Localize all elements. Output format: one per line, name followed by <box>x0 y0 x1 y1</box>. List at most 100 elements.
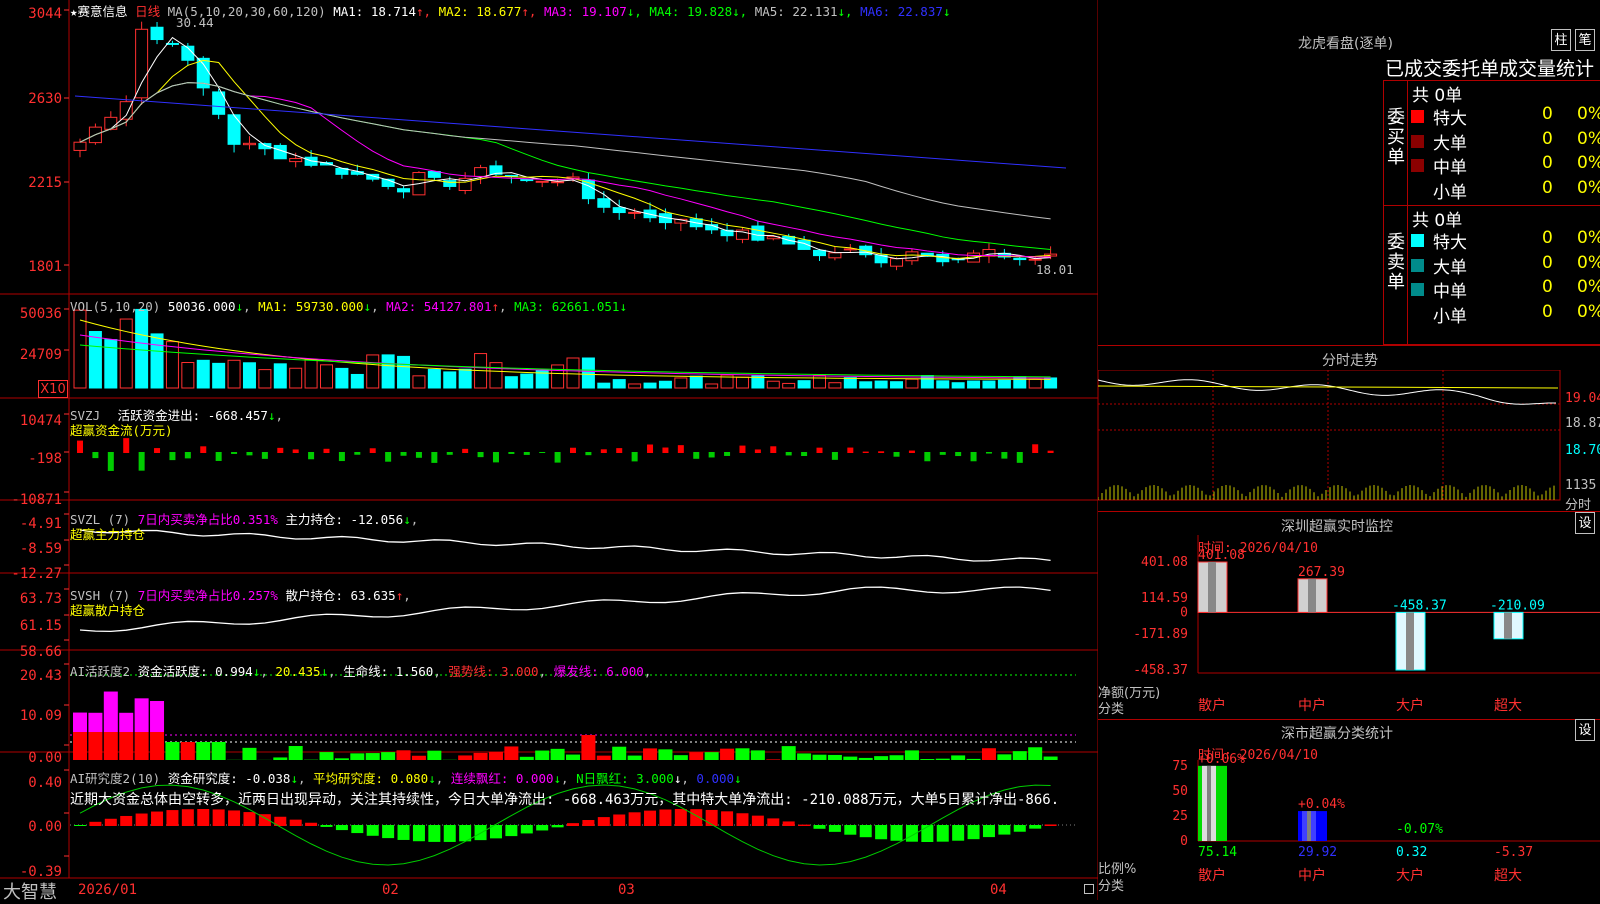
ai-active-axis-label: 0.00 <box>0 750 62 766</box>
ai-research-legend: AI研究度2(10) 资金研究度: -0.038↓, 平均研究度: 0.080↓… <box>70 768 742 787</box>
color-swatch <box>1411 234 1424 247</box>
order-row: 小单00% <box>1411 178 1600 202</box>
buy-total: 共 0单 <box>1412 81 1462 106</box>
sz-monitor-category: 中户 <box>1298 697 1326 714</box>
ai-active-axis-label: 20.43 <box>0 668 62 684</box>
sz-monitor-value: 267.39 <box>1298 565 1345 580</box>
sz-class-change: +0.04% <box>1298 797 1345 812</box>
svzj-axis-label: 10474 <box>0 413 62 429</box>
order-count: 0 <box>1542 302 1553 322</box>
intraday-axis-label: 18.87 <box>1565 416 1600 431</box>
ai-active-legend: AI活跃度2 资金活跃度: 0.994↓, 20.435↓, 生命线: 1.56… <box>70 661 651 680</box>
order-count: 0 <box>1542 104 1553 124</box>
brand-logo[interactable]: 大智慧 <box>3 878 57 904</box>
order-row: 大单00% <box>1411 253 1600 277</box>
sz-class-chart: 7550250+0.06%75.14散户+0.04%29.92中户-0.07%0… <box>1098 742 1600 900</box>
order-size-label: 小单 <box>1433 302 1467 327</box>
sz-class-ratio: -5.37 <box>1494 845 1533 860</box>
intraday-axis-label: 18.70 <box>1565 443 1600 458</box>
ai-avg-research: 平均研究度: 0.080 <box>313 771 428 786</box>
ai-active-value: 资金活跃度: 0.994 <box>138 664 253 679</box>
order-row: 特大00% <box>1411 104 1600 128</box>
sz-monitor-category: 散户 <box>1198 697 1226 714</box>
sz-class-title: 深市超赢分类统计 <box>1281 723 1393 743</box>
sz-class-ratio: 0.32 <box>1396 845 1427 860</box>
order-percent: 0% <box>1577 253 1600 273</box>
dragon-tabs[interactable]: 已成交委托单成交量统计 <box>1385 54 1594 81</box>
svzl-net-ratio: 7日内买卖净占比0.351% <box>138 512 278 527</box>
sz-monitor-axis: -458.37 <box>1133 663 1188 678</box>
ai-research-axis-label: 0.00 <box>0 819 62 835</box>
vol-ma1: MA1: 59730.000 <box>258 299 363 314</box>
svzl-subtitle: 超赢主力持仓 <box>70 524 145 543</box>
ai-research-title: AI研究度2(10) <box>70 771 160 786</box>
ma-legend-item: MA1: 18.714 <box>333 4 416 19</box>
color-swatch <box>1411 135 1424 148</box>
sz-class-ratio: 29.92 <box>1298 845 1337 860</box>
svsh-subtitle: 超赢散户持仓 <box>70 600 145 619</box>
ai-lifeline: 生命线: 1.560 <box>343 664 433 679</box>
sz-class-ratio: 75.14 <box>1198 845 1237 860</box>
sell-orders-label: 委卖单 <box>1387 233 1405 293</box>
period-label[interactable]: 日线 <box>135 4 160 19</box>
dragon-title: 龙虎看盘(逐单) <box>1298 33 1393 53</box>
color-swatch <box>1411 283 1424 296</box>
color-swatch <box>1411 259 1424 272</box>
low-price-note: 18.01 <box>1036 262 1074 277</box>
order-size-label: 大单 <box>1433 129 1467 154</box>
color-swatch <box>1411 110 1424 123</box>
stock-name[interactable]: 赛意信息 <box>78 4 128 19</box>
sz-class-category: 中户 <box>1298 867 1326 884</box>
sz-monitor-axis: 114.59 <box>1141 591 1188 606</box>
intraday-title: 分时走势 <box>1322 350 1378 370</box>
vol-legend: VOL(5,10,20) 50036.000↓, MA1: 59730.000↓… <box>70 299 627 314</box>
order-count: 0 <box>1542 253 1553 273</box>
vol-axis-label: 24709 <box>0 347 62 363</box>
intraday-chart[interactable] <box>1098 370 1600 510</box>
svzl-axis-label: -4.91 <box>0 516 62 532</box>
svsh-axis-label: 63.73 <box>0 591 62 607</box>
sz-class-time: 时间: 2026/04/10 <box>1198 744 1318 763</box>
svsh-axis-label: 61.15 <box>0 618 62 634</box>
ai-active-axis-label: 10.09 <box>0 708 62 724</box>
order-size-label: 小单 <box>1433 178 1467 203</box>
svsh-net-ratio: 7日内买卖净占比0.257% <box>138 588 278 603</box>
order-row: 小单00% <box>1411 302 1600 326</box>
vol-ma3: MA3: 62661.051 <box>514 299 619 314</box>
bar-mode-button[interactable]: 柱 <box>1551 29 1571 51</box>
sz-monitor-xlabel: 分类 <box>1098 698 1124 717</box>
ai-strong-line: 强势线: 3.000 <box>448 664 538 679</box>
order-size-label: 中单 <box>1433 277 1467 302</box>
star-icon: ★ <box>70 4 78 19</box>
intraday-axis-label: 19.04 <box>1565 391 1600 406</box>
order-percent: 0% <box>1577 178 1600 198</box>
xaxis-label: 02 <box>382 882 399 898</box>
order-size-label: 特大 <box>1433 228 1467 253</box>
intraday-vol-label: 1135 <box>1565 478 1596 493</box>
sz-class-settings-button[interactable]: 设 <box>1575 719 1595 741</box>
ma-legend-item: MA2: 18.677 <box>431 4 521 19</box>
order-percent: 0% <box>1577 104 1600 124</box>
sz-monitor-category: 超大 <box>1494 698 1522 714</box>
price-axis-label: 3044 <box>0 6 62 22</box>
vol-title: VOL(5,10,20) <box>70 299 160 314</box>
ai-commentary: 近期大资金总体由空转多，近两日出现异动，关注其持续性，今日大单净流出: -668… <box>70 789 1059 809</box>
sz-monitor-chart: 401.08114.590-171.89-458.37401.08散户267.3… <box>1098 535 1600 715</box>
order-size-label: 中单 <box>1433 153 1467 178</box>
sz-monitor-time: 时间: 2026/04/10 <box>1198 537 1318 556</box>
order-percent: 0% <box>1577 129 1600 149</box>
sz-monitor-settings-button[interactable]: 设 <box>1575 512 1595 534</box>
vol-ma2: MA2: 54127.801 <box>386 299 491 314</box>
ma-legend: MA1: 18.714↑, MA2: 18.677↑, MA3: 19.107↓… <box>333 4 950 19</box>
lock-icon[interactable] <box>1084 884 1094 894</box>
svzj-bars <box>77 438 1054 471</box>
price-axis-label: 1801 <box>0 259 62 275</box>
main-chart-area[interactable] <box>0 0 1098 900</box>
order-row: 特大00% <box>1411 228 1600 252</box>
high-price-note: 30.44 <box>176 15 214 30</box>
order-count: 0 <box>1542 277 1553 297</box>
tick-mode-button[interactable]: 笔 <box>1575 29 1595 51</box>
ai-blue-value: 0.000 <box>696 771 734 786</box>
order-percent: 0% <box>1577 277 1600 297</box>
xaxis-label: 04 <box>990 882 1007 898</box>
